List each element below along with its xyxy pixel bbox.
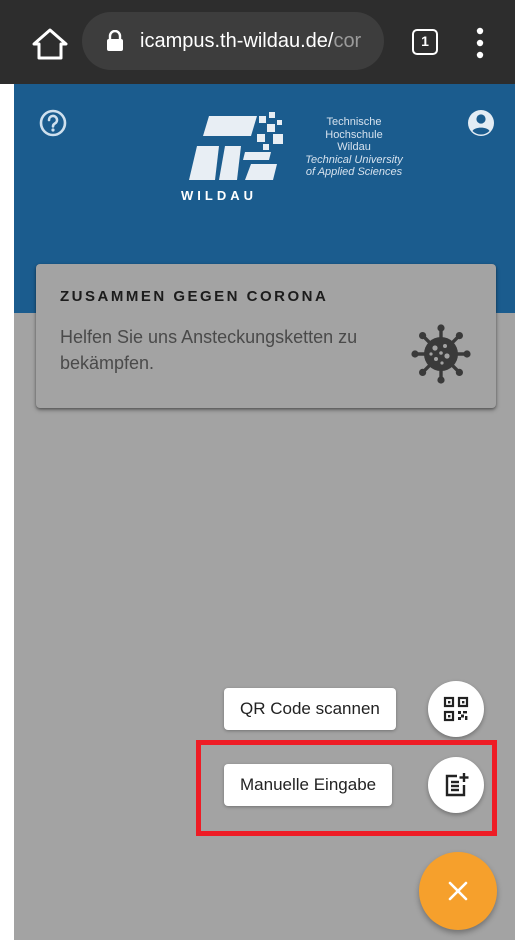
account-icon[interactable] xyxy=(466,108,496,138)
logo-line-2: Hochschule xyxy=(325,128,383,141)
url-visible: icampus.th-wildau.de/ xyxy=(140,30,334,52)
highlight-annotation xyxy=(196,740,497,836)
app-viewport: Technische Hochschule Wildau Technical U… xyxy=(14,84,515,940)
logo-line-5: of Applied Sciences xyxy=(305,166,403,178)
corona-info-card: ZUSAMMEN GEGEN CORONA Helfen Sie uns Ans… xyxy=(36,264,496,408)
virus-icon xyxy=(411,324,471,384)
tab-switcher-button[interactable]: 1 xyxy=(412,29,438,55)
home-icon[interactable] xyxy=(30,24,70,64)
th-wildau-logo: Technische Hochschule Wildau Technical U… xyxy=(179,108,409,208)
qr-scan-label[interactable]: QR Code scannen xyxy=(224,688,396,730)
lock-icon xyxy=(107,30,123,51)
address-bar[interactable]: icampus.th-wildau.de/cor xyxy=(82,12,384,70)
card-title: ZUSAMMEN GEGEN CORONA xyxy=(60,288,329,305)
close-fab-button[interactable] xyxy=(419,852,497,930)
close-icon xyxy=(448,881,468,901)
more-vert-icon[interactable] xyxy=(470,26,490,60)
card-body: Helfen Sie uns Ansteckungsketten zu bekä… xyxy=(60,327,358,373)
logo-caption: Technische Hochschule Wildau Technical U… xyxy=(279,116,429,179)
qr-scan-button[interactable] xyxy=(428,681,484,737)
browser-toolbar: icampus.th-wildau.de/cor 1 xyxy=(0,0,515,84)
qr-code-icon xyxy=(443,696,469,722)
logo-line-1: Technische xyxy=(326,116,382,128)
logo-line-3: Wildau xyxy=(337,141,371,153)
logo-line-4: Technical University xyxy=(305,153,403,166)
url-text: icampus.th-wildau.de/cor xyxy=(140,12,361,70)
th-logo-mark xyxy=(189,112,283,180)
url-faded: cor xyxy=(333,30,362,52)
logo-wordmark: WILDAU xyxy=(181,188,257,203)
help-icon[interactable] xyxy=(38,108,68,138)
